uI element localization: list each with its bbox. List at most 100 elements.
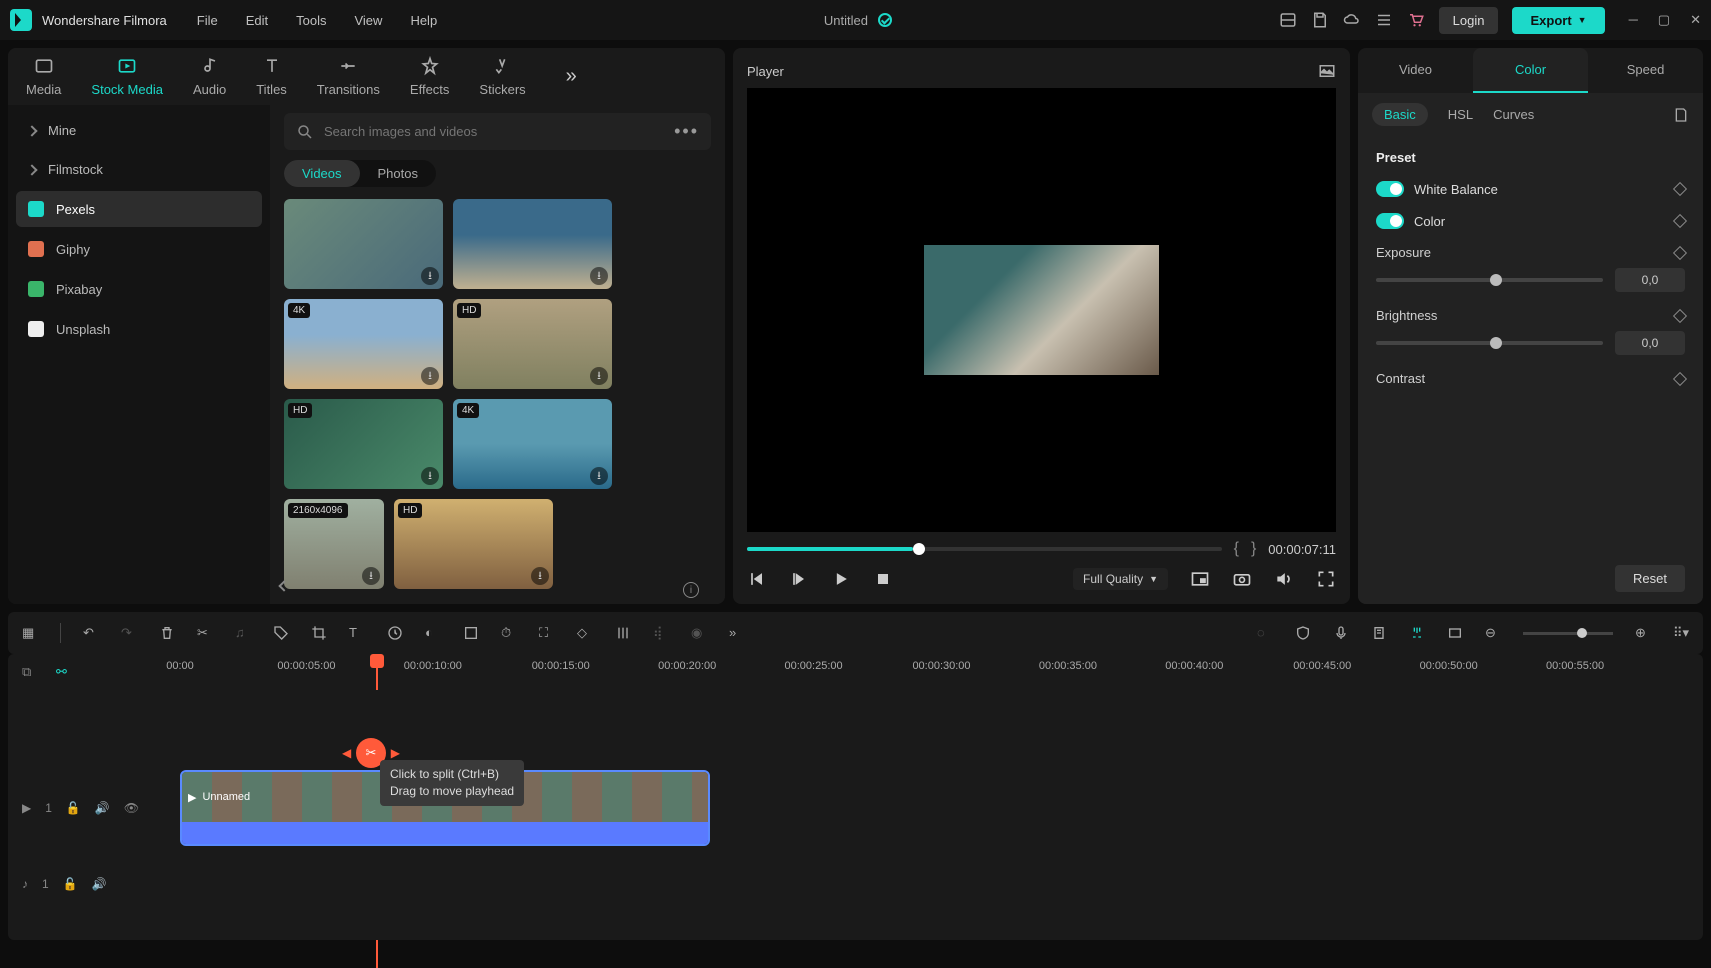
tag-icon[interactable] (273, 625, 289, 641)
timeline-ruler[interactable]: 00:00 00:00:05:00 00:00:10:00 00:00:15:0… (180, 654, 1703, 690)
download-icon[interactable]: ⭳ (590, 267, 608, 285)
playhead[interactable] (370, 654, 384, 668)
snapshot-icon[interactable] (1318, 62, 1336, 80)
tab-stickers[interactable]: Stickers (479, 56, 525, 97)
color-toggle[interactable] (1376, 213, 1404, 229)
download-icon[interactable]: ⭳ (421, 467, 439, 485)
seg-photos[interactable]: Photos (360, 160, 436, 187)
rp-sub-hsl[interactable]: HSL (1448, 107, 1473, 122)
info-icon[interactable]: i (683, 582, 699, 598)
thumbnail[interactable]: HD⭳ (453, 299, 612, 389)
thumbnail[interactable]: ⭳ (284, 199, 443, 289)
sidebar-item-mine[interactable]: Mine (16, 113, 262, 148)
volume-icon[interactable] (1274, 569, 1294, 589)
search-menu-icon[interactable]: ••• (674, 121, 699, 142)
menu-edit[interactable]: Edit (246, 13, 268, 28)
record-icon[interactable]: ◉ (691, 625, 707, 641)
lock-icon[interactable]: 🔓 (66, 801, 81, 815)
prev-icon[interactable] (278, 580, 289, 591)
magnet-icon[interactable] (1409, 625, 1425, 641)
text-icon[interactable]: T (349, 625, 365, 641)
thumbnail[interactable]: HD⭳ (394, 499, 553, 589)
reset-button[interactable]: Reset (1615, 565, 1685, 592)
thumbnail[interactable]: ⭳ (453, 199, 612, 289)
pip-icon[interactable] (1190, 569, 1210, 589)
marker-circle-icon[interactable]: ◌ (1257, 625, 1273, 641)
export-button[interactable]: Export▼ (1512, 7, 1604, 34)
keyframe-icon[interactable] (1673, 371, 1687, 385)
sidebar-item-giphy[interactable]: Giphy (16, 231, 262, 267)
rp-tab-color[interactable]: Color (1473, 48, 1588, 93)
audio-wave-icon[interactable]: ⢾ (653, 625, 669, 641)
step-back-icon[interactable] (789, 569, 809, 589)
search-input[interactable] (324, 124, 664, 139)
mute-icon[interactable]: 🔊 (92, 877, 107, 891)
cloud-icon[interactable] (1343, 11, 1361, 29)
tab-stock-media[interactable]: Stock Media (91, 56, 163, 97)
zoom-out-icon[interactable]: ⊖ (1485, 625, 1501, 641)
tab-effects[interactable]: Effects (410, 56, 450, 97)
keyframe-tb-icon[interactable]: ◇ (577, 625, 593, 641)
rp-sub-curves[interactable]: Curves (1493, 107, 1534, 122)
timer-icon[interactable]: ⏱ (501, 625, 517, 641)
delete-icon[interactable] (159, 625, 175, 641)
keyframe-icon[interactable] (1673, 214, 1687, 228)
download-icon[interactable]: ⭳ (421, 267, 439, 285)
more-tb-icon[interactable]: » (729, 625, 745, 641)
fullscreen-icon[interactable] (1316, 569, 1336, 589)
thumbnail[interactable]: 2160x4096⭳ (284, 499, 384, 589)
brightness-value[interactable]: 0,0 (1615, 331, 1685, 355)
camera-icon[interactable] (1232, 569, 1252, 589)
cart-icon[interactable] (1407, 11, 1425, 29)
save-preset-icon[interactable] (1673, 107, 1689, 123)
close-icon[interactable]: ✕ (1690, 12, 1701, 28)
tab-audio[interactable]: Audio (193, 56, 226, 97)
cut-icon[interactable]: ✂ (197, 625, 213, 641)
brightness-slider[interactable] (1376, 341, 1603, 345)
menu-help[interactable]: Help (410, 13, 437, 28)
exposure-slider[interactable] (1376, 278, 1603, 282)
link-icon[interactable]: ⚯ (56, 664, 72, 680)
mic-icon[interactable] (1333, 625, 1349, 641)
rp-tab-video[interactable]: Video (1358, 48, 1473, 93)
color-icon[interactable]: ◐ (425, 625, 441, 641)
adjust-icon[interactable] (615, 625, 631, 641)
mute-icon[interactable]: 🔊 (95, 801, 110, 815)
zoom-slider[interactable] (1523, 632, 1613, 635)
minimize-icon[interactable]: ─ (1629, 12, 1638, 28)
tabs-more-icon[interactable]: » (566, 56, 577, 97)
overlap-icon[interactable]: ⧉ (22, 664, 38, 680)
thumbnail[interactable]: 4K⭳ (284, 299, 443, 389)
download-icon[interactable]: ⭳ (590, 467, 608, 485)
mark-in-icon[interactable]: { (1234, 540, 1239, 558)
sidebar-item-pexels[interactable]: Pexels (16, 191, 262, 227)
shield-icon[interactable] (1295, 625, 1311, 641)
grid-icon[interactable]: ▦ (22, 625, 38, 641)
play-icon[interactable] (831, 569, 851, 589)
crop-icon[interactable] (311, 625, 327, 641)
sidebar-item-unsplash[interactable]: Unsplash (16, 311, 262, 347)
wb-toggle[interactable] (1376, 181, 1404, 197)
view-options-icon[interactable]: ⠿▾ (1673, 625, 1689, 641)
rp-tab-speed[interactable]: Speed (1588, 48, 1703, 93)
thumbnail[interactable]: HD⭳ (284, 399, 443, 489)
keyframe-icon[interactable] (1673, 308, 1687, 322)
menu-tools[interactable]: Tools (296, 13, 326, 28)
quality-dropdown[interactable]: Full Quality▼ (1073, 568, 1168, 590)
maximize-icon[interactable]: ▢ (1658, 12, 1670, 28)
mask-icon[interactable] (463, 625, 479, 641)
eye-icon[interactable]: 👁 (124, 801, 139, 815)
expand-icon[interactable]: ⛶ (539, 625, 555, 641)
mark-out-icon[interactable]: } (1251, 540, 1256, 558)
tab-titles[interactable]: Titles (256, 56, 287, 97)
tab-transitions[interactable]: Transitions (317, 56, 380, 97)
list-icon[interactable] (1375, 11, 1393, 29)
prev-frame-icon[interactable] (747, 569, 767, 589)
sidebar-item-pixabay[interactable]: Pixabay (16, 271, 262, 307)
save-icon[interactable] (1311, 11, 1329, 29)
lock-icon[interactable]: 🔓 (63, 877, 78, 891)
layout-icon[interactable] (1279, 11, 1297, 29)
exposure-value[interactable]: 0,0 (1615, 268, 1685, 292)
notes-icon[interactable] (1371, 625, 1387, 641)
undo-icon[interactable]: ↶ (83, 625, 99, 641)
